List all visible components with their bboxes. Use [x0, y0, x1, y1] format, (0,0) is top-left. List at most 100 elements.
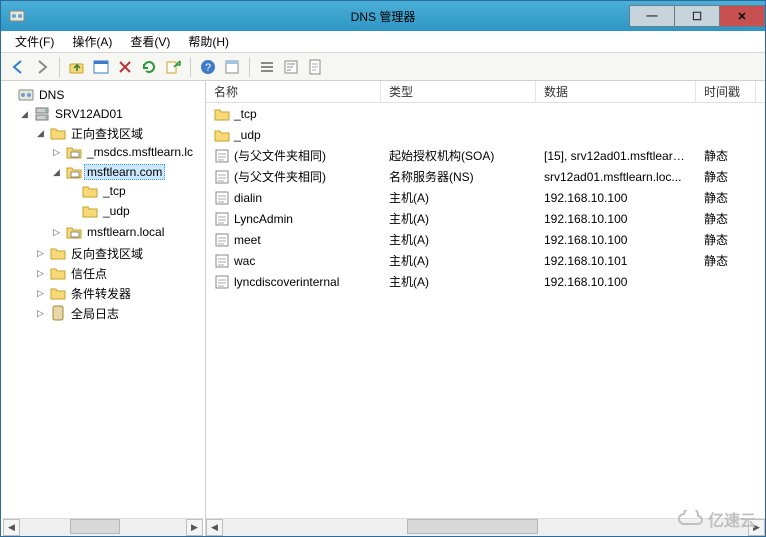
- properties-icon: [224, 59, 240, 75]
- show-pane-button[interactable]: [90, 56, 112, 78]
- export-button[interactable]: [162, 56, 184, 78]
- tree-global-log[interactable]: ▷ 全局日志: [35, 304, 203, 322]
- list-button[interactable]: [256, 56, 278, 78]
- scroll-right-button[interactable]: ▶: [748, 519, 765, 536]
- expand-icon[interactable]: ▷: [35, 308, 46, 319]
- list-pane: 名称 类型 数据 时间戳 _tcp _udp (与父文件夹相同)起始授权机构(SOA…: [206, 81, 765, 536]
- tree-zone-msftlearn-com[interactable]: ◢ msftlearn.com: [51, 163, 203, 181]
- table-row[interactable]: _tcp: [206, 103, 765, 124]
- scroll-left-button[interactable]: ◀: [3, 519, 20, 536]
- filter-icon: [283, 59, 299, 75]
- expand-icon[interactable]: ▷: [51, 227, 62, 238]
- tree-sub-udp[interactable]: ▶ _udp: [67, 202, 203, 220]
- record-timestamp: 静态: [696, 210, 756, 227]
- menu-action[interactable]: 操作(A): [68, 31, 116, 52]
- tree-trust-points[interactable]: ▷ 信任点: [35, 264, 203, 282]
- collapse-icon[interactable]: ◢: [35, 128, 46, 139]
- tree-reverse-zones[interactable]: ▷ 反向查找区域: [35, 244, 203, 262]
- tree-label: 正向查找区域: [68, 124, 146, 143]
- filter-button[interactable]: [280, 56, 302, 78]
- table-row[interactable]: (与父文件夹相同)起始授权机构(SOA)[15], srv12ad01.msft…: [206, 145, 765, 166]
- tree-forward-zones[interactable]: ◢ 正向查找区域: [35, 124, 203, 142]
- tree-label: _msdcs.msftlearn.lc: [84, 144, 196, 160]
- tree-label: _tcp: [100, 183, 129, 199]
- list-icon: [259, 59, 275, 75]
- record-data: [15], srv12ad01.msftlearn...: [536, 149, 696, 163]
- menu-view[interactable]: 查看(V): [126, 31, 174, 52]
- table-row[interactable]: _udp: [206, 124, 765, 145]
- col-header-data[interactable]: 数据: [536, 81, 696, 102]
- record-timestamp: 静态: [696, 147, 756, 164]
- tree-sub-tcp[interactable]: ▶ _tcp: [67, 182, 203, 200]
- col-header-name[interactable]: 名称: [206, 81, 381, 102]
- menu-help[interactable]: 帮助(H): [184, 31, 233, 52]
- record-timestamp: 静态: [696, 168, 756, 185]
- tree-root-dns[interactable]: ▶ DNS: [3, 86, 203, 104]
- table-row[interactable]: meet主机(A)192.168.10.100静态: [206, 229, 765, 250]
- up-button[interactable]: [66, 56, 88, 78]
- record-type: 主机(A): [381, 189, 536, 206]
- collapse-icon[interactable]: ◢: [51, 167, 62, 178]
- record-type: 起始授权机构(SOA): [381, 147, 536, 164]
- record-timestamp: 静态: [696, 189, 756, 206]
- expand-icon[interactable]: ▷: [35, 268, 46, 279]
- arrow-right-icon: [34, 59, 50, 75]
- table-row[interactable]: wac主机(A)192.168.10.101静态: [206, 250, 765, 271]
- help-button[interactable]: [197, 56, 219, 78]
- record-icon: [214, 211, 230, 227]
- scroll-thumb[interactable]: [407, 519, 538, 534]
- zone-icon: [66, 164, 82, 180]
- record-icon: [214, 253, 230, 269]
- folder-icon: [82, 183, 98, 199]
- record-type: 主机(A): [381, 273, 536, 290]
- col-header-type[interactable]: 类型: [381, 81, 536, 102]
- scroll-left-button[interactable]: ◀: [206, 519, 223, 536]
- properties-button[interactable]: [221, 56, 243, 78]
- expand-icon[interactable]: ▷: [51, 147, 62, 158]
- minimize-button[interactable]: —: [629, 5, 675, 27]
- close-button[interactable]: ✕: [719, 5, 765, 27]
- table-row[interactable]: dialin主机(A)192.168.10.100静态: [206, 187, 765, 208]
- record-type: 主机(A): [381, 231, 536, 248]
- tree-zone-msdcs[interactable]: ▷ _msdcs.msftlearn.lc: [51, 143, 203, 161]
- folder-icon: [214, 106, 230, 122]
- tree-conditional-forwarders[interactable]: ▷ 条件转发器: [35, 284, 203, 302]
- pane-icon: [93, 59, 109, 75]
- maximize-button[interactable]: ☐: [674, 5, 720, 27]
- collapse-icon[interactable]: ◢: [19, 109, 30, 120]
- list-hscroll[interactable]: ◀ ▶: [206, 518, 765, 536]
- tree-zone-msftlearn-local[interactable]: ▷ msftlearn.local: [51, 223, 203, 241]
- toolbar: [1, 53, 765, 81]
- scroll-thumb[interactable]: [70, 519, 120, 534]
- record-name: meet: [234, 233, 261, 247]
- tree-server[interactable]: ◢ SRV12AD01: [19, 105, 203, 123]
- expand-icon[interactable]: ▷: [35, 288, 46, 299]
- column-header-row: 名称 类型 数据 时间戳: [206, 81, 765, 103]
- table-row[interactable]: LyncAdmin主机(A)192.168.10.100静态: [206, 208, 765, 229]
- tree-pane: ▶ DNS ◢ SRV12AD01: [1, 81, 206, 536]
- scroll-right-button[interactable]: ▶: [186, 519, 203, 536]
- folder-icon: [214, 127, 230, 143]
- record-name: _udp: [234, 128, 261, 142]
- record-data: 192.168.10.101: [536, 254, 696, 268]
- folder-icon: [50, 285, 66, 301]
- refresh-button[interactable]: [138, 56, 160, 78]
- server-icon: [34, 106, 50, 122]
- expand-icon[interactable]: ▷: [35, 248, 46, 259]
- tree-label-selected: msftlearn.com: [84, 164, 165, 180]
- title-bar: DNS 管理器 — ☐ ✕: [1, 1, 765, 31]
- menu-file[interactable]: 文件(F): [11, 31, 58, 52]
- tree-hscroll[interactable]: ◀ ▶: [3, 518, 203, 536]
- delete-button[interactable]: [114, 56, 136, 78]
- folder-icon: [50, 245, 66, 261]
- doc-button[interactable]: [304, 56, 326, 78]
- table-row[interactable]: lyncdiscoverinternal主机(A)192.168.10.100: [206, 271, 765, 292]
- table-row[interactable]: (与父文件夹相同)名称服务器(NS)srv12ad01.msftlearn.lo…: [206, 166, 765, 187]
- tree-label: _udp: [100, 203, 133, 219]
- record-data: 192.168.10.100: [536, 212, 696, 226]
- back-button[interactable]: [7, 56, 29, 78]
- col-header-timestamp[interactable]: 时间戳: [696, 81, 756, 102]
- zone-icon: [66, 144, 82, 160]
- record-name: lyncdiscoverinternal: [234, 275, 339, 289]
- forward-button[interactable]: [31, 56, 53, 78]
